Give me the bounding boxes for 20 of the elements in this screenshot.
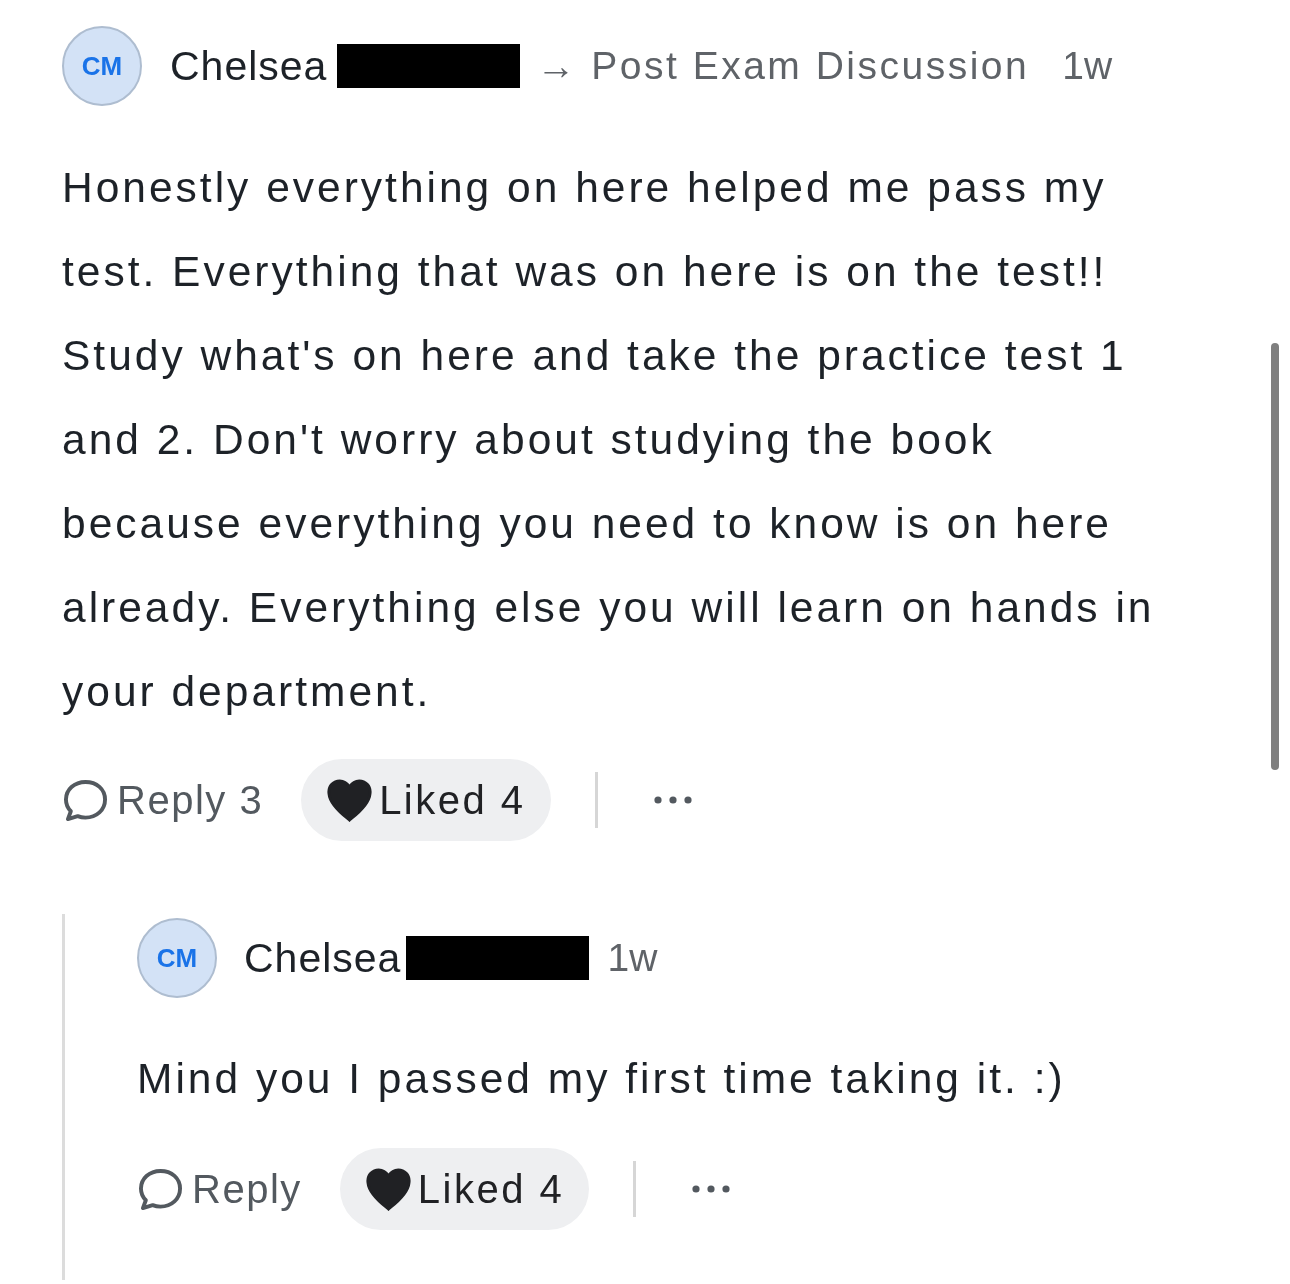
author-name[interactable]: Chelsea	[244, 934, 402, 982]
heart-icon	[364, 1167, 412, 1211]
avatar: CM	[62, 26, 142, 106]
reply-button[interactable]: Reply 3	[62, 777, 264, 823]
like-button[interactable]: Liked 4	[339, 1148, 590, 1230]
timestamp: 1w	[607, 936, 658, 980]
scrollbar[interactable]	[1271, 343, 1279, 770]
more-icon[interactable]	[692, 1185, 731, 1193]
reply-button[interactable]: Reply	[137, 1166, 302, 1212]
post-text: Honestly everything on here helped me pass my test. Everything that was on here is on the test!! Study what's on here and take the practice test 1 and 2. Don't worry about studying the book because everything you need to know is on here already. Everything else you will learn on hands in your department.	[62, 163, 1156, 717]
avatar: CM	[137, 918, 217, 998]
heart-icon	[326, 778, 374, 822]
discussion-link[interactable]: → Post Exam Discussion	[536, 44, 1030, 88]
speech-bubble-icon	[62, 778, 109, 822]
reply-text: Mind you I passed my first time taking it. :)	[137, 1054, 1066, 1104]
speech-bubble-icon	[137, 1167, 184, 1211]
timestamp: 1w	[1062, 44, 1113, 88]
author-name[interactable]: Chelsea	[170, 42, 328, 90]
more-icon[interactable]	[653, 796, 692, 804]
like-button[interactable]: Liked 4	[301, 759, 551, 841]
